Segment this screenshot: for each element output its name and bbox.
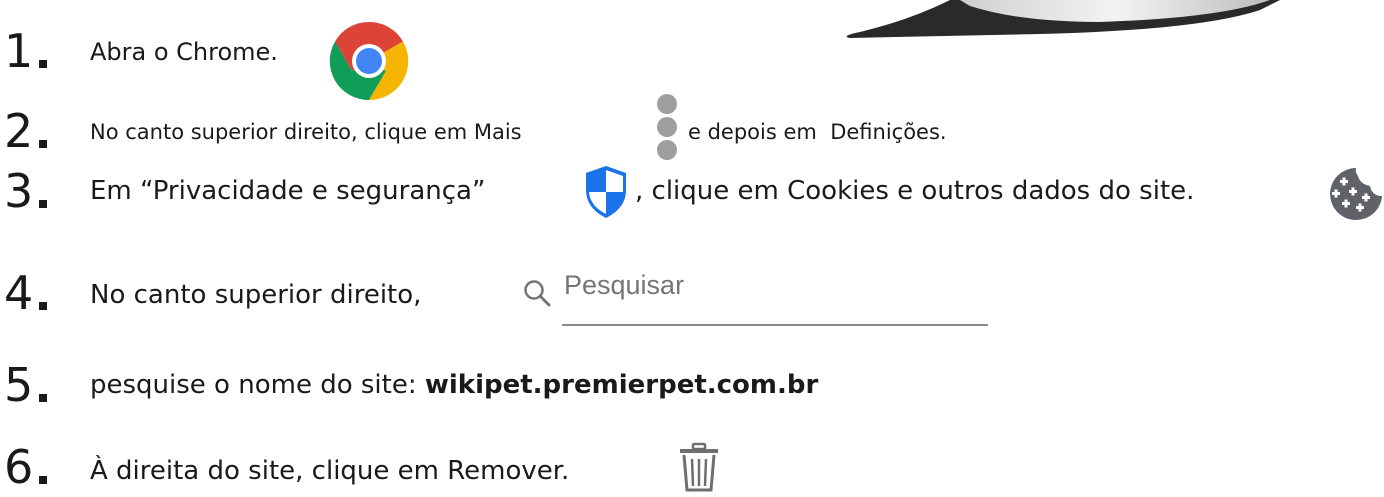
chrome-logo-icon: [329, 21, 409, 101]
step-number: 3: [4, 164, 48, 218]
step-text-before: Em “Privacidade e segurança”: [90, 176, 486, 206]
search-placeholder: Pesquisar: [564, 270, 685, 300]
search-icon: [524, 280, 551, 307]
trash-icon[interactable]: [678, 442, 720, 492]
step-text-before: No canto superior direito, clique em Mai…: [90, 120, 522, 144]
step-number: 1: [4, 24, 48, 78]
step-text-after: , clique em Cookies e outros dados do si…: [635, 176, 1195, 206]
site-name: wikipet.premierpet.com.br: [424, 370, 819, 400]
step-number: 5: [4, 358, 48, 412]
laptop-image: [846, 0, 1280, 38]
cookie-icon: [1330, 168, 1382, 220]
step-number: 6: [4, 440, 48, 494]
step-text-after: e depois em Definições.: [688, 120, 947, 144]
shield-icon: [586, 166, 626, 218]
step-number: 2: [4, 104, 48, 158]
step-text: Abra o Chrome.: [90, 38, 278, 66]
search-input[interactable]: Pesquisar: [562, 264, 988, 326]
step-text-before: pesquise o nome do site:: [90, 370, 425, 400]
more-vertical-icon[interactable]: [654, 94, 680, 160]
step-text: No canto superior direito,: [90, 280, 422, 310]
step-text: pesquise o nome do site: wikipet.premier…: [90, 370, 818, 400]
step-number: 4: [4, 266, 48, 320]
instructions-page: 1 Abra o Chrome. 2 No canto superior dir…: [0, 0, 1384, 497]
step-text: À direita do site, clique em Remover.: [90, 456, 570, 486]
